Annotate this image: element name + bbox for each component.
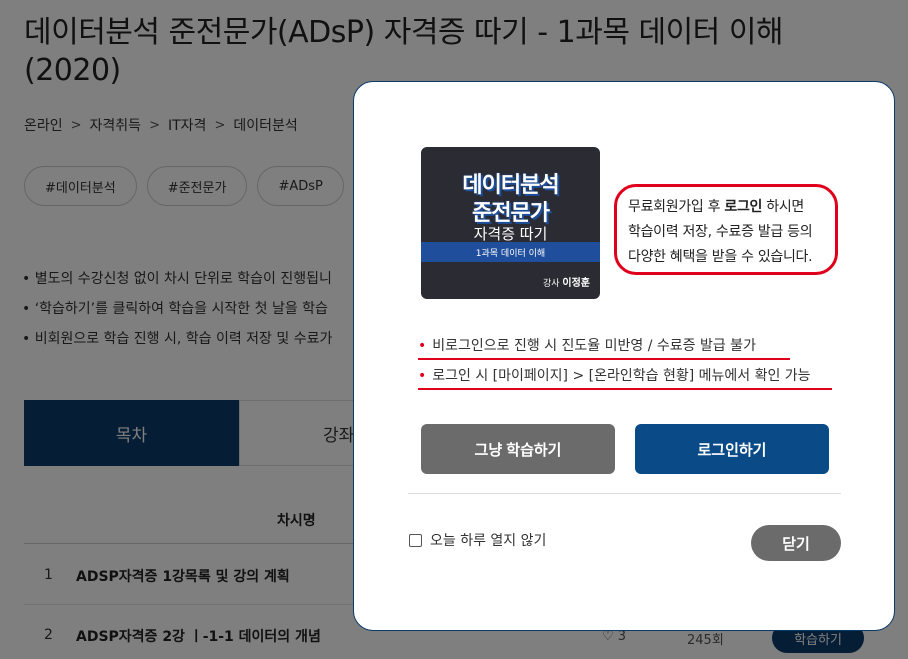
red-underline bbox=[418, 358, 790, 360]
thumbnail-band: 1과목 데이터 이해 bbox=[421, 242, 600, 262]
thumbnail-instructor: 강사 이정훈 bbox=[543, 274, 590, 289]
callout-line2: 학습이력 저장, 수료증 발급 등의 bbox=[628, 224, 813, 240]
login-prompt-modal: 데이터분석 준전문가 자격증 따기 1과목 데이터 이해 강사 이정훈 무료회원… bbox=[353, 81, 895, 631]
instructor-prefix: 강사 bbox=[542, 279, 560, 289]
red-underline bbox=[418, 388, 832, 390]
course-thumbnail: 데이터분석 준전문가 자격증 따기 1과목 데이터 이해 강사 이정훈 bbox=[421, 147, 600, 299]
thumbnail-subtitle: 자격증 따기 bbox=[473, 225, 548, 243]
bullet-dot: • bbox=[418, 368, 427, 384]
bullet-text: 로그인 시 [마이페이지] > [온라인학습 현황] 메뉴에서 확인 가능 bbox=[432, 368, 811, 384]
callout-line1: 무료회원가입 후 로그인 하시면 bbox=[628, 195, 825, 220]
callout-text: 하시면 bbox=[762, 199, 805, 215]
close-button[interactable]: 닫기 bbox=[751, 525, 841, 561]
dont-show-today-label[interactable]: 오늘 하루 열지 않기 bbox=[430, 530, 546, 550]
callout-text: 무료회원가입 후 bbox=[628, 199, 725, 215]
study-without-login-button[interactable]: 그냥 학습하기 bbox=[421, 424, 615, 474]
dont-show-today-option[interactable]: 오늘 하루 열지 않기 bbox=[409, 530, 546, 550]
bullet-dot: • bbox=[418, 338, 427, 354]
checkbox[interactable] bbox=[409, 533, 422, 547]
login-benefit-callout: 무료회원가입 후 로그인 하시면 학습이력 저장, 수료증 발급 등의 다양한 … bbox=[614, 184, 838, 275]
notice-bullets: • 비로그인으로 진행 시 진도율 미반영 / 수료증 발급 불가 • 로그인 시 … bbox=[418, 335, 832, 395]
instructor-name: 이정훈 bbox=[562, 278, 590, 289]
login-button[interactable]: 로그인하기 bbox=[635, 424, 829, 474]
divider bbox=[408, 493, 841, 494]
bullet-text: 비로그인으로 진행 시 진도율 미반영 / 수료증 발급 불가 bbox=[432, 338, 756, 354]
callout-bold: 로그인 bbox=[724, 199, 763, 215]
callout-line3: 다양한 혜택을 받을 수 있습니다. bbox=[628, 249, 813, 265]
bullet-item: • 비로그인으로 진행 시 진도율 미반영 / 수료증 발급 불가 bbox=[418, 335, 811, 365]
bullet-item: • 로그인 시 [마이페이지] > [온라인학습 현황] 메뉴에서 확인 가능 bbox=[418, 365, 832, 395]
